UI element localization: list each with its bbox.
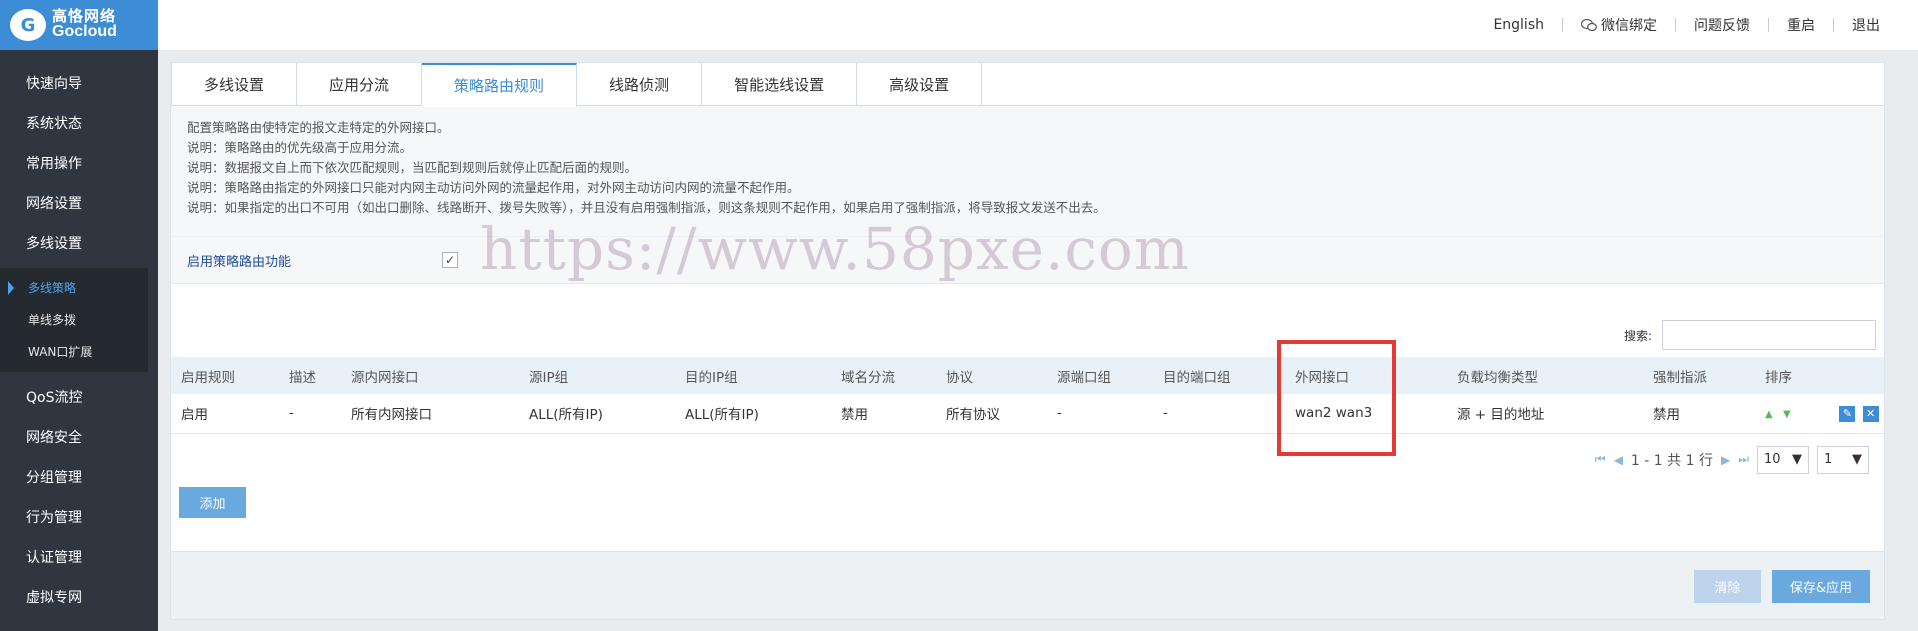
table-header-row: 启用规则 描述 源内网接口 源IP组 目的IP组 域名分流 协议 源端口组 目的…	[171, 357, 1884, 394]
wechat-icon	[1581, 18, 1597, 32]
footer-bar: 清除 保存&应用	[171, 551, 1884, 619]
tab-bar: 多线设置 应用分流 策略路由规则 线路侦测 智能选线设置 高级设置	[171, 63, 1884, 107]
page-size-value: 10	[1764, 452, 1781, 467]
enable-policy-checkbox[interactable]: ✓	[442, 252, 458, 268]
note-line: 说明：数据报文自上而下依次匹配规则，当匹配到规则后就停止匹配后面的规则。	[187, 160, 638, 175]
col-dst-port-group[interactable]: 目的端口组	[1153, 357, 1285, 394]
sidebar-item-quick-guide[interactable]: 快速向导	[0, 64, 158, 104]
cell-protocol: 所有协议	[946, 407, 1000, 424]
edit-icon[interactable]: ✎	[1839, 405, 1856, 422]
logo[interactable]: G 高恪网络 Gocloud	[0, 0, 158, 50]
col-src-ip-group[interactable]: 源IP组	[519, 357, 675, 394]
cell-load-balance: 源 + 目的地址	[1457, 407, 1545, 424]
logo-en: Gocloud	[52, 23, 117, 41]
col-protocol[interactable]: 协议	[936, 357, 1047, 394]
col-dst-ip-group[interactable]: 目的IP组	[675, 357, 831, 394]
page-size-select[interactable]: 10 ▼	[1757, 445, 1809, 474]
sidebar-item-auth-mgmt[interactable]: 认证管理	[0, 538, 158, 578]
sidebar-item-network-settings[interactable]: 网络设置	[0, 184, 158, 224]
cell-domain-split: 禁用	[841, 407, 868, 424]
move-down-icon[interactable]: ▼	[1783, 409, 1791, 420]
search-label: 搜索:	[1623, 328, 1652, 343]
col-src-port-group[interactable]: 源端口组	[1047, 357, 1153, 394]
logo-cn: 高恪网络	[52, 6, 117, 25]
col-src-interface[interactable]: 源内网接口	[341, 357, 519, 394]
sidebar-item-behavior-mgmt[interactable]: 行为管理	[0, 498, 158, 538]
wechat-bind-link[interactable]: 微信绑定	[1563, 15, 1675, 35]
cell-dst-ip-group: ALL(所有IP)	[685, 407, 759, 424]
first-page-icon[interactable]: ⏮	[1595, 452, 1606, 467]
next-page-icon[interactable]: ▶	[1721, 453, 1730, 467]
cell-description: -	[289, 405, 294, 422]
clear-button[interactable]: 清除	[1694, 570, 1761, 603]
reboot-link[interactable]: 重启	[1769, 15, 1833, 35]
col-sort[interactable]: 排序	[1755, 357, 1884, 394]
sidebar: G 高恪网络 Gocloud 快速向导 系统状态 常用操作 网络设置 多线设置 …	[0, 0, 158, 631]
sidebar-item-multiline-settings[interactable]: 多线设置	[0, 224, 158, 264]
enable-policy-row: 启用策略路由功能 ✓	[171, 236, 1884, 284]
sidebar-item-system-status[interactable]: 系统状态	[0, 104, 158, 144]
note-line: 配置策略路由使特定的报文走特定的外网接口。	[187, 120, 450, 135]
sidebar-subitem-multiline-policy[interactable]: 多线策略	[0, 272, 148, 304]
cell-wan-interface: wan2 wan3	[1295, 405, 1373, 422]
pager-summary: 1 - 1 共 1 行	[1630, 452, 1713, 469]
col-enable-rule[interactable]: 启用规则	[171, 357, 279, 394]
table-row: 启用 - 所有内网接口 ALL(所有IP) ALL(所有IP) 禁用 所有协议 …	[171, 394, 1884, 433]
move-up-icon[interactable]: ▲	[1765, 409, 1773, 420]
spacer	[171, 284, 1884, 313]
sidebar-item-vpn[interactable]: 虚拟专网	[0, 578, 158, 618]
cell-src-port-group: -	[1057, 405, 1062, 422]
col-description[interactable]: 描述	[279, 357, 341, 394]
sidebar-subitem-wan-expand[interactable]: WAN口扩展	[0, 336, 148, 368]
prev-page-icon[interactable]: ◀	[1614, 453, 1623, 467]
note-line: 说明：策略路由的优先级高于应用分流。	[187, 140, 413, 155]
col-load-balance[interactable]: 负载均衡类型	[1447, 357, 1643, 394]
sidebar-item-common-ops[interactable]: 常用操作	[0, 144, 158, 184]
col-domain-split[interactable]: 域名分流	[831, 357, 936, 394]
col-wan-interface[interactable]: 外网接口	[1285, 357, 1447, 394]
last-page-icon[interactable]: ⏭	[1738, 452, 1749, 467]
sidebar-subnav: 多线策略 单线多拨 WAN口扩展	[0, 268, 148, 372]
chevron-down-icon: ▼	[1792, 452, 1802, 467]
english-link[interactable]: English	[1475, 17, 1562, 33]
tab-multiline-settings[interactable]: 多线设置	[171, 63, 298, 106]
main-panel: 多线设置 应用分流 策略路由规则 线路侦测 智能选线设置 高级设置 配置策略路由…	[170, 62, 1885, 620]
add-button[interactable]: 添加	[179, 487, 246, 518]
wechat-bind-label: 微信绑定	[1601, 18, 1657, 34]
cell-force-assign: 禁用	[1653, 407, 1680, 424]
cell-src-interface: 所有内网接口	[351, 407, 432, 424]
tab-smart-line-select[interactable]: 智能选线设置	[702, 63, 858, 106]
search-input[interactable]	[1662, 320, 1876, 350]
policy-table: 启用规则 描述 源内网接口 源IP组 目的IP组 域名分流 协议 源端口组 目的…	[171, 357, 1884, 434]
sidebar-item-qos[interactable]: QoS流控	[0, 378, 158, 418]
sidebar-nav: 快速向导 系统状态 常用操作 网络设置 多线设置 多线策略 单线多拨 WAN口扩…	[0, 64, 158, 618]
logout-link[interactable]: 退出	[1834, 15, 1898, 35]
delete-icon[interactable]: ✕	[1862, 405, 1879, 422]
page-number-value: 1	[1824, 452, 1833, 467]
save-apply-button[interactable]: 保存&应用	[1772, 570, 1870, 603]
cell-sort-actions: ▲ ▼ ✎ ✕	[1755, 394, 1884, 433]
logo-cloud-icon: G	[10, 9, 46, 41]
sidebar-subitem-single-multidial[interactable]: 单线多拨	[0, 304, 148, 336]
tab-policy-routing[interactable]: 策略路由规则	[422, 63, 578, 107]
page-number-select[interactable]: 1 ▼	[1817, 445, 1869, 474]
top-header: English 微信绑定 问题反馈 重启 退出	[158, 0, 1918, 50]
tab-app-split[interactable]: 应用分流	[297, 63, 423, 106]
col-force-assign[interactable]: 强制指派	[1643, 357, 1755, 394]
tab-advanced[interactable]: 高级设置	[857, 63, 983, 106]
cell-dst-port-group: -	[1163, 405, 1168, 422]
cell-src-ip-group: ALL(所有IP)	[529, 407, 603, 424]
cell-enable-rule: 启用	[181, 407, 208, 424]
note-line: 说明：如果指定的出口不可用（如出口删除、线路断开、拨号失败等），并且没有启用强制…	[187, 200, 1106, 215]
search-row: 搜索:	[171, 313, 1884, 357]
notes-section: 配置策略路由使特定的报文走特定的外网接口。 说明：策略路由的优先级高于应用分流。…	[171, 106, 1884, 236]
pager: ⏮ ◀ 1 - 1 共 1 行 ▶ ⏭ 10 ▼ 1 ▼	[171, 434, 1884, 486]
sidebar-item-group-mgmt[interactable]: 分组管理	[0, 458, 158, 498]
sidebar-item-network-security[interactable]: 网络安全	[0, 418, 158, 458]
note-line: 说明：策略路由指定的外网接口只能对内网主动访问外网的流量起作用，对外网主动访问内…	[187, 180, 800, 195]
enable-policy-label: 启用策略路由功能	[187, 254, 292, 270]
tab-line-detection[interactable]: 线路侦测	[577, 63, 703, 106]
chevron-down-icon: ▼	[1852, 452, 1862, 467]
feedback-link[interactable]: 问题反馈	[1676, 15, 1768, 35]
